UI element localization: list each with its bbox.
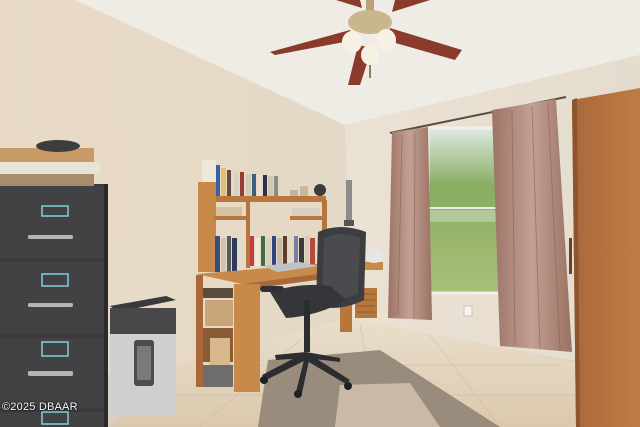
filing-cabinet — [0, 140, 108, 427]
paper-shredder — [110, 296, 176, 416]
wall-outlet — [463, 305, 473, 317]
copyright-watermark: ©2025 DBAAR — [2, 401, 78, 413]
left-curtain — [388, 127, 432, 320]
room-illustration — [0, 0, 640, 427]
wardrobe — [569, 88, 640, 427]
home-office-photo: ©2025 DBAAR — [0, 0, 640, 427]
